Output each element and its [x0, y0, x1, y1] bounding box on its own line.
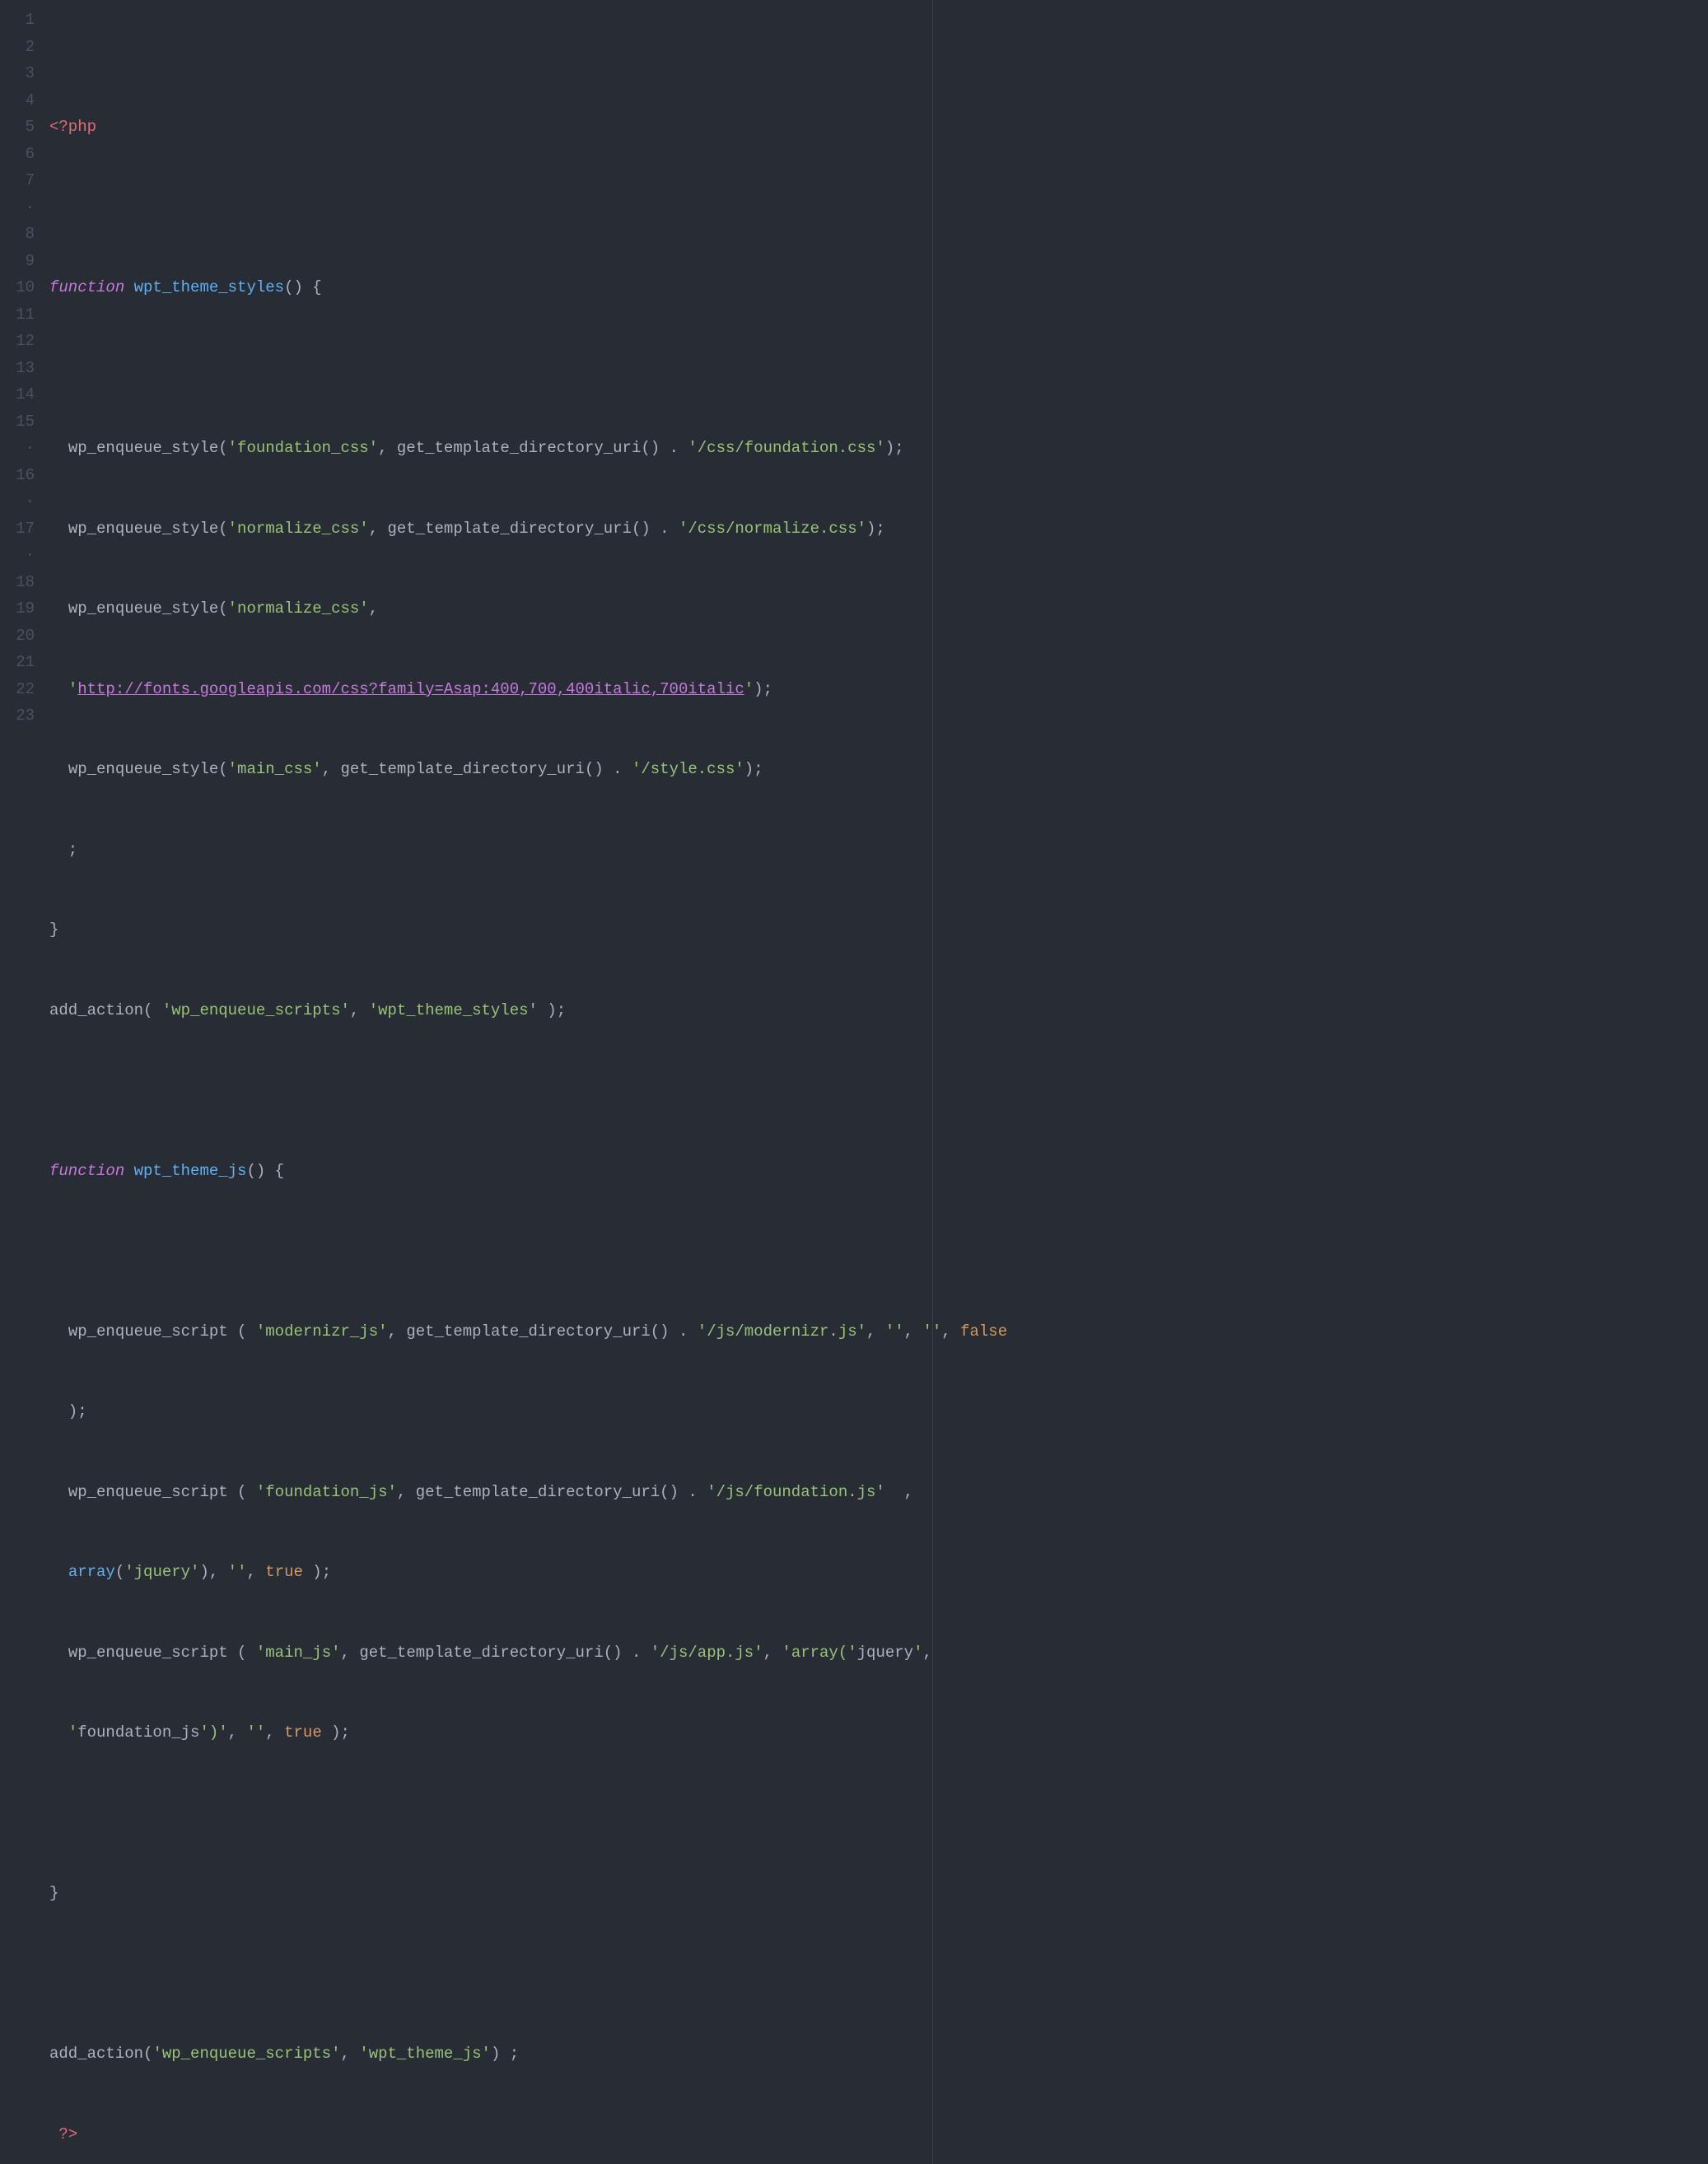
- code-line: 'http://fonts.googleapis.com/css?family=…: [48, 676, 1708, 703]
- line-number: 18: [0, 569, 35, 596]
- php-close-tag: ?>: [58, 2125, 77, 2143]
- code-line: array('jquery'), '', true );: [48, 1559, 1708, 1586]
- line-number: 3: [0, 60, 35, 87]
- line-number: 2: [0, 34, 35, 61]
- code-line: }: [48, 916, 1708, 944]
- code-editor[interactable]: 1 2 3 4 5 6 7 · 8 9 10 11 12 13 14 15 · …: [0, 0, 1708, 2164]
- line-number: 23: [0, 702, 35, 730]
- code-line: [48, 1238, 1708, 1265]
- line-number: ·: [0, 542, 35, 569]
- gutter: 1 2 3 4 5 6 7 · 8 9 10 11 12 13 14 15 · …: [0, 0, 44, 2164]
- line-number: ·: [0, 194, 35, 222]
- code-line: <?php: [48, 114, 1708, 141]
- code-line: wp_enqueue_script ( 'foundation_js', get…: [48, 1479, 1708, 1506]
- php-open-tag: <?php: [49, 118, 96, 136]
- line-number: 15: [0, 408, 35, 436]
- line-number: 14: [0, 381, 35, 408]
- line-number: 7: [0, 167, 35, 194]
- code-line: add_action('wp_enqueue_scripts', 'wpt_th…: [48, 2040, 1708, 2068]
- code-line: wp_enqueue_script ( 'main_js', get_templ…: [48, 1639, 1708, 1667]
- code-line: wp_enqueue_script ( 'modernizr_js', get_…: [48, 1318, 1708, 1346]
- line-number: 5: [0, 114, 35, 141]
- line-number: ·: [0, 488, 35, 515]
- code-line: }: [48, 1880, 1708, 1907]
- line-number: 19: [0, 595, 35, 623]
- code-line: [48, 1961, 1708, 1988]
- line-number: 16: [0, 462, 35, 489]
- code-line: ?>: [48, 2121, 1708, 2148]
- code-line: );: [48, 1398, 1708, 1425]
- code-line: 'foundation_js')', '', true );: [48, 1719, 1708, 1747]
- code-line: wp_enqueue_style('foundation_css', get_t…: [48, 435, 1708, 462]
- code-line: wp_enqueue_style('normalize_css', get_te…: [48, 515, 1708, 543]
- line-number: 22: [0, 676, 35, 703]
- code-line: [48, 1077, 1708, 1104]
- url-link[interactable]: http://fonts.googleapis.com/css?family=A…: [77, 680, 744, 698]
- line-number: 20: [0, 623, 35, 650]
- code-line: add_action( 'wp_enqueue_scripts', 'wpt_t…: [48, 997, 1708, 1024]
- line-number: 8: [0, 221, 35, 248]
- code-line: [48, 355, 1708, 382]
- line-number: 13: [0, 355, 35, 382]
- code-line: wp_enqueue_style('normalize_css',: [48, 595, 1708, 623]
- code-line: function wpt_theme_styles() {: [48, 274, 1708, 301]
- line-number: 21: [0, 649, 35, 676]
- code-line: wp_enqueue_style('main_css', get_templat…: [48, 756, 1708, 783]
- line-number: 12: [0, 328, 35, 355]
- line-number: 11: [0, 301, 35, 329]
- code-area[interactable]: <?php function wpt_theme_styles() { wp_e…: [44, 0, 1708, 2164]
- line-number: 4: [0, 87, 35, 114]
- line-number: ·: [0, 435, 35, 462]
- line-number: 9: [0, 248, 35, 275]
- line-number: 6: [0, 141, 35, 168]
- code-line: [48, 194, 1708, 222]
- line-number: 17: [0, 515, 35, 543]
- code-line: [48, 1800, 1708, 1827]
- line-number: 1: [0, 7, 35, 34]
- code-line: function wpt_theme_js() {: [48, 1158, 1708, 1185]
- code-line: ;: [48, 837, 1708, 864]
- line-number: 10: [0, 274, 35, 301]
